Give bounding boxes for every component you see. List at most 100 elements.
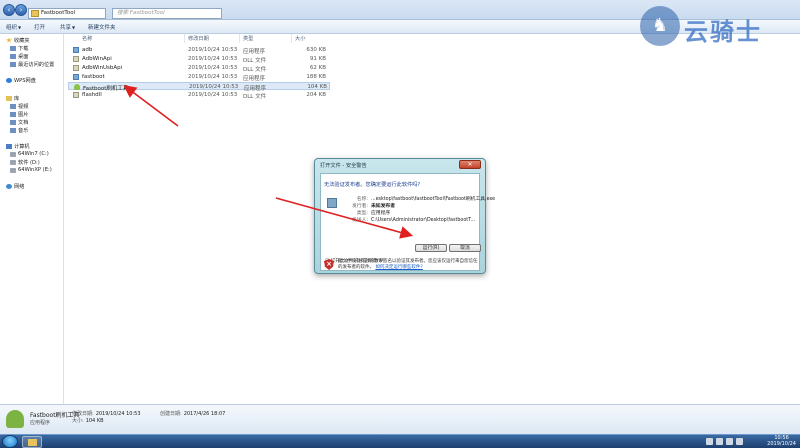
organize-label: 组织 — [6, 25, 18, 31]
nav-downloads[interactable]: 下载 — [10, 44, 28, 52]
recent-places-icon — [10, 61, 16, 67]
from-label: 发送人: — [351, 218, 368, 223]
nav-drive-c[interactable]: 64Win7 (C:) — [10, 150, 49, 158]
open-button[interactable]: 打开 — [34, 23, 45, 31]
cloud-icon — [6, 77, 12, 83]
new-folder-button[interactable]: 新建文件夹 — [88, 23, 116, 31]
nav-label: 最近访问的位置 — [18, 61, 55, 68]
dll-file-icon — [73, 65, 79, 71]
share-menu[interactable]: 共享▼ — [60, 23, 75, 31]
details-created: 创建日期: 2017/4/26 18:07 — [160, 410, 225, 417]
organize-menu[interactable]: 组织▼ — [6, 23, 21, 31]
nav-label: 文档 — [18, 119, 29, 126]
search-input[interactable]: 搜索 FastbootTool — [112, 8, 222, 19]
dialog-title: 打开文件 - 安全警告 — [320, 163, 367, 169]
nav-label: 64Win7 (C:) — [18, 151, 49, 157]
file-type: 应用程序 — [243, 76, 266, 82]
nav-libraries[interactable]: 库 — [6, 94, 19, 102]
column-header-type[interactable]: 类型 — [243, 35, 253, 43]
file-date: 2019/10/24 10:53 — [188, 56, 238, 62]
file-size: 62 KB — [309, 65, 326, 71]
column-divider[interactable] — [184, 34, 185, 43]
nav-label: WPS网盘 — [14, 77, 36, 84]
dll-file-icon — [73, 56, 79, 62]
nav-wps[interactable]: WPS网盘 — [6, 76, 36, 84]
run-button[interactable]: 运行(R) — [415, 244, 447, 252]
nav-recent[interactable]: 最近访问的位置 — [10, 60, 54, 68]
publisher-label: 发行者: — [351, 204, 368, 209]
file-size: 188 KB — [306, 74, 326, 80]
file-size: 91 KB — [309, 56, 326, 62]
column-header-size[interactable]: 大小 — [295, 35, 305, 43]
file-type: 应用程序 — [243, 49, 266, 55]
dialog-question: 无法验证发布者。您确定要运行此软件吗? — [324, 182, 421, 188]
from-value: C:\Users\Administrator\Desktop\fastbootT… — [371, 218, 476, 223]
file-name: AdbWinUsbApi — [82, 65, 123, 71]
file-row[interactable]: adb 2019/10/24 10:53 应用程序 630 KB — [68, 46, 330, 55]
android-icon — [74, 84, 80, 90]
nav-drive-d[interactable]: 软件 (D:) — [10, 158, 40, 166]
flag-icon[interactable] — [736, 438, 743, 445]
nav-pictures[interactable]: 图片 — [10, 110, 28, 118]
nav-music[interactable]: 音乐 — [10, 126, 28, 134]
file-size: 630 KB — [306, 47, 326, 53]
nav-label: 网络 — [14, 183, 25, 190]
system-clock[interactable]: 10:56 2019/10/24 — [767, 435, 796, 447]
tray-icon[interactable] — [706, 438, 713, 445]
dll-file-icon — [73, 92, 79, 98]
nav-label: 图片 — [18, 111, 29, 118]
application-icon — [327, 198, 337, 208]
taskbar-explorer[interactable] — [22, 436, 42, 448]
file-row[interactable]: fastboot 2019/10/24 10:53 应用程序 188 KB — [68, 73, 330, 82]
taskbar: 10:56 2019/10/24 — [0, 434, 800, 448]
column-divider[interactable] — [291, 34, 292, 43]
file-type: DLL 文件 — [243, 58, 267, 64]
android-icon — [6, 410, 24, 428]
file-row[interactable]: AdbWinUsbApi 2019/10/24 10:53 DLL 文件 62 … — [68, 64, 330, 73]
close-button[interactable]: ✕ — [459, 160, 481, 169]
application-icon — [73, 74, 79, 80]
how-to-decide-link[interactable]: 如何决定运行哪些软件? — [375, 265, 422, 270]
network-tray-icon[interactable] — [716, 438, 723, 445]
nav-label: 计算机 — [14, 143, 30, 150]
file-row[interactable]: flashdll 2019/10/24 10:53 DLL 文件 204 KB — [68, 91, 330, 100]
drive-icon — [10, 167, 16, 173]
cancel-button[interactable]: 取消 — [449, 244, 481, 252]
forward-button[interactable]: › — [15, 4, 27, 16]
publisher-row: 发行者: 未知发布者 — [339, 202, 395, 209]
drive-icon — [10, 151, 16, 157]
nav-videos[interactable]: 视频 — [10, 102, 28, 110]
name-label: 名称: — [356, 197, 368, 202]
file-row-selected[interactable]: Fastboot刷机工具 2019/10/24 10:53 应用程序 104 K… — [68, 82, 330, 92]
nav-desktop[interactable]: 桌面 — [10, 52, 28, 60]
nav-favorites[interactable]: 收藏夹 — [6, 36, 30, 44]
download-folder-icon — [10, 45, 16, 51]
library-icon — [6, 95, 12, 101]
column-header-name[interactable]: 名称 — [82, 35, 92, 43]
file-row[interactable]: AdbWinApi 2019/10/24 10:53 DLL 文件 91 KB — [68, 55, 330, 64]
file-name: flashdll — [82, 92, 102, 98]
nav-computer[interactable]: 计算机 — [6, 142, 30, 150]
created-label: 创建日期: — [160, 411, 182, 417]
nav-drive-e[interactable]: 64WinXP (E:) — [10, 166, 52, 174]
back-button[interactable]: ‹ — [3, 4, 15, 16]
start-button[interactable] — [2, 435, 18, 448]
volume-icon[interactable] — [726, 438, 733, 445]
nav-documents[interactable]: 文档 — [10, 118, 28, 126]
nav-network[interactable]: 网络 — [6, 182, 24, 190]
column-header-date[interactable]: 修改日期 — [188, 35, 209, 43]
file-size: 204 KB — [306, 92, 326, 98]
column-divider[interactable] — [239, 34, 240, 43]
file-size: 104 KB — [307, 84, 327, 90]
watermark-text: 云骑士 — [684, 18, 762, 46]
type-label: 类型: — [356, 211, 368, 216]
address-input[interactable]: FastbootTool — [28, 8, 106, 19]
application-icon — [73, 47, 79, 53]
file-date: 2019/10/24 10:53 — [188, 92, 238, 98]
picture-icon — [10, 111, 16, 117]
watermark-logo: ♞ 云骑士 — [640, 6, 796, 46]
size-value: 104 KB — [85, 418, 104, 424]
new-folder-label: 新建文件夹 — [88, 25, 116, 31]
clock-date: 2019/10/24 — [767, 441, 796, 447]
nav-label: 音乐 — [18, 127, 29, 134]
